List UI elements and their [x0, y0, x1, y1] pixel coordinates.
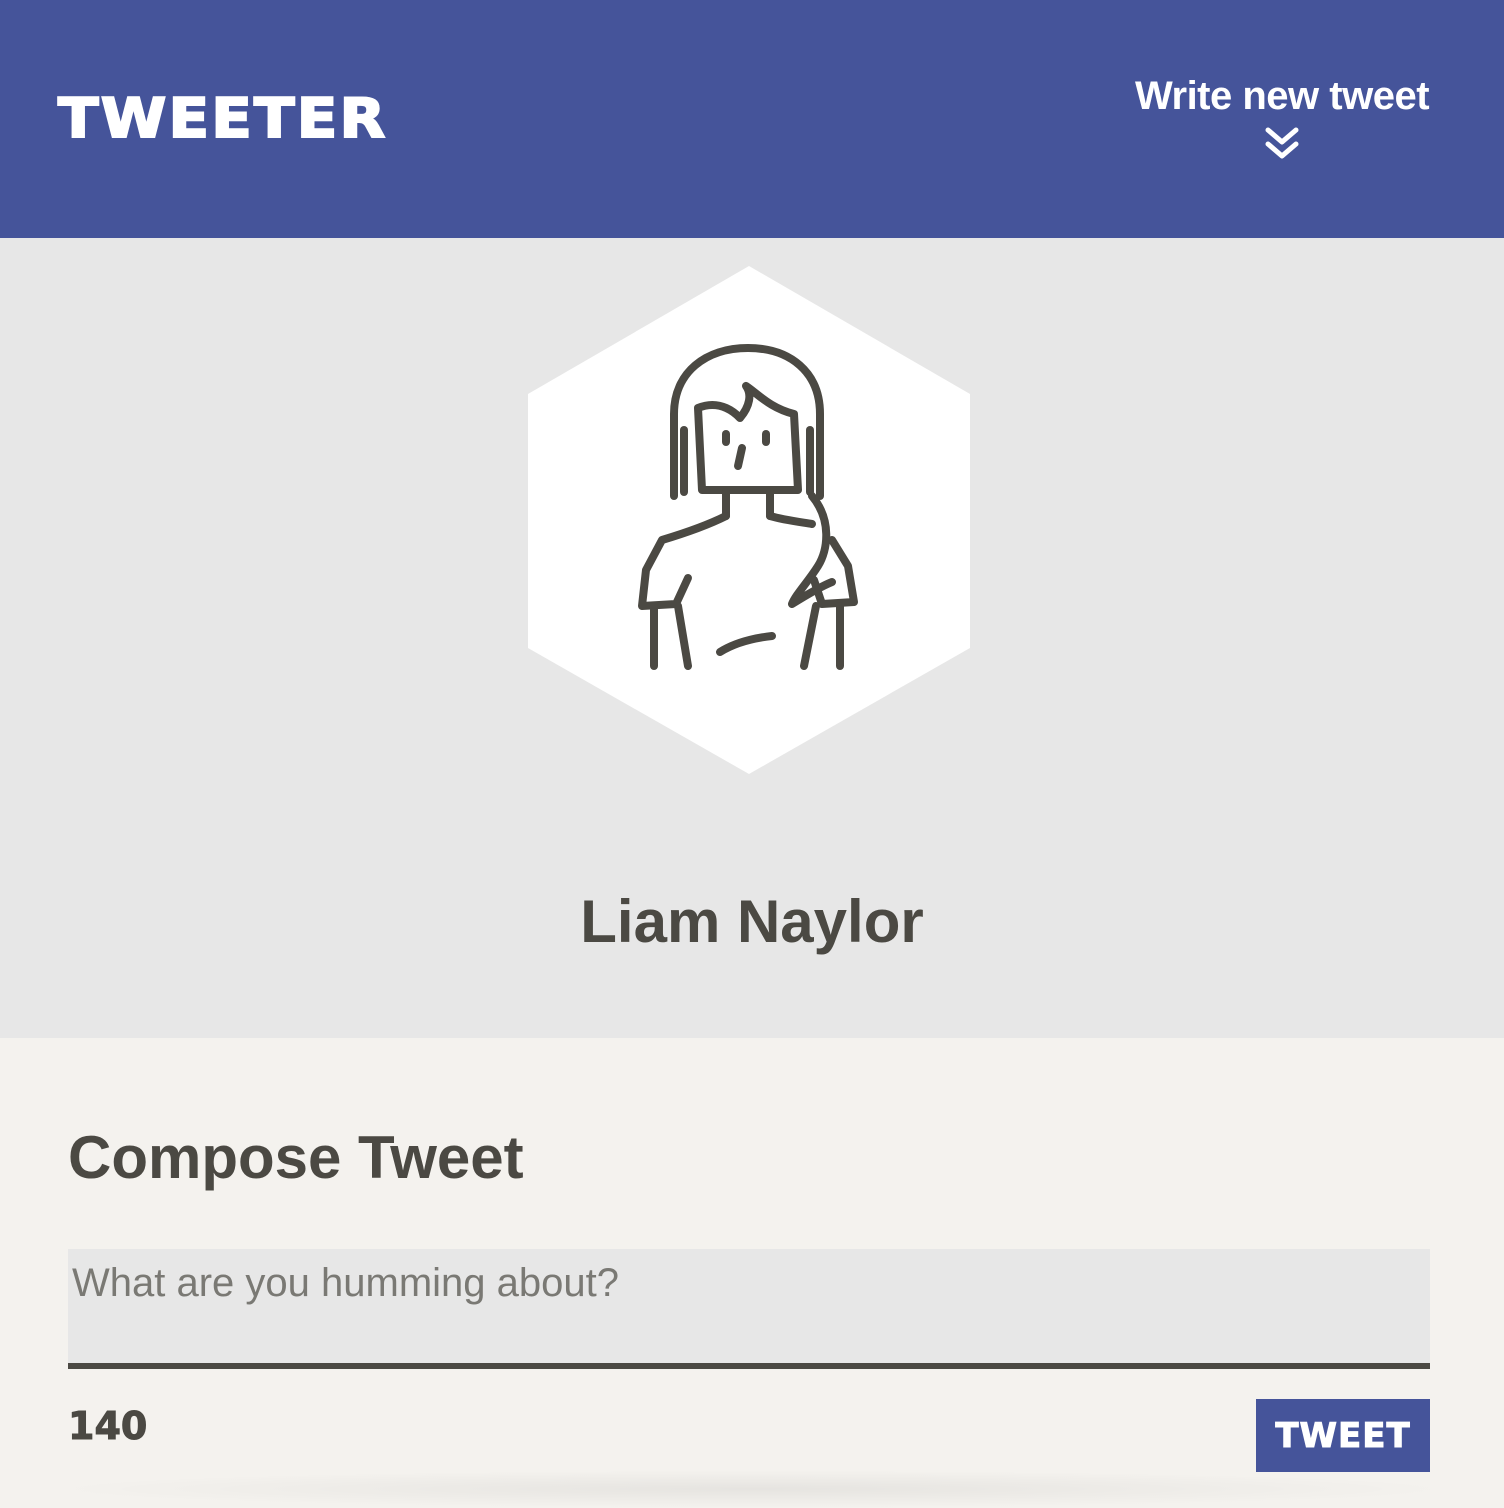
compose-section: Compose Tweet 140 TWEET — [0, 1038, 1504, 1508]
person-avatar-icon — [528, 266, 970, 774]
tweet-button[interactable]: TWEET — [1256, 1399, 1430, 1472]
write-new-tweet-toggle[interactable]: Write new tweet — [1122, 70, 1442, 170]
top-nav: TWEETER Write new tweet — [0, 0, 1504, 238]
char-counter: 140 — [67, 1404, 148, 1449]
chevron-double-down-icon — [1265, 127, 1299, 159]
profile-section: Liam Naylor — [0, 238, 1504, 1038]
bottom-shadow — [40, 1470, 1464, 1508]
compose-title: Compose Tweet — [68, 1124, 524, 1191]
brand-logo[interactable]: TWEETER — [57, 86, 387, 152]
write-new-tweet-label: Write new tweet — [1134, 74, 1430, 118]
user-name: Liam Naylor — [580, 888, 924, 955]
tweet-input[interactable] — [68, 1249, 1430, 1369]
